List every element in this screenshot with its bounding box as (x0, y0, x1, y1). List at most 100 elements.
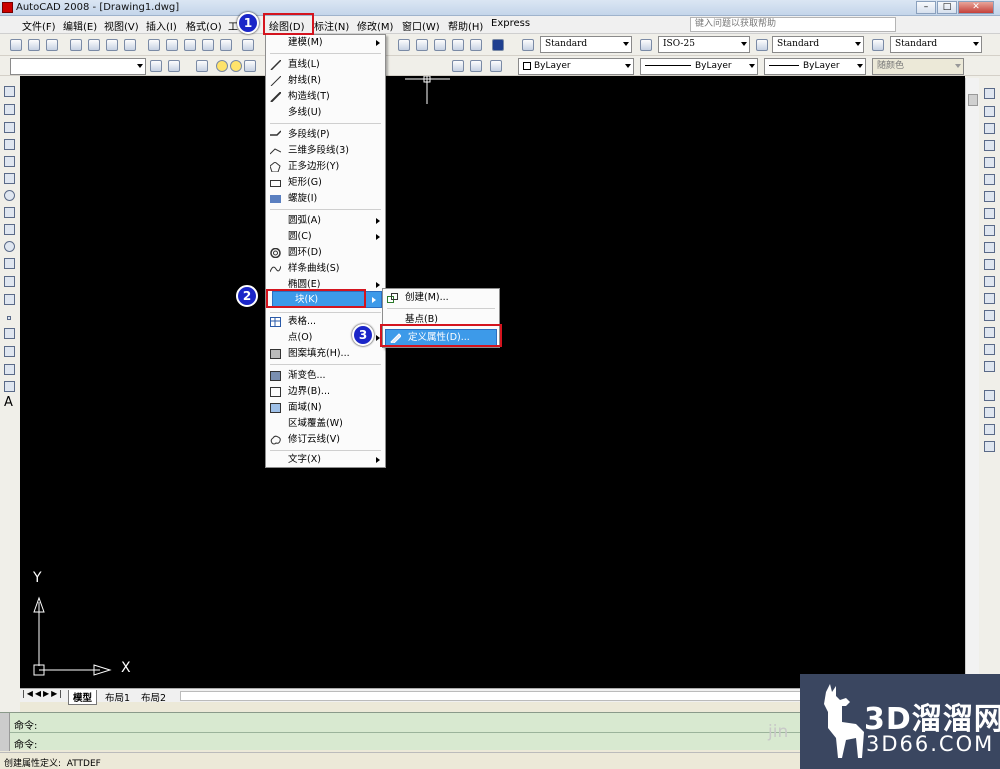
region-tool-icon[interactable] (4, 364, 15, 375)
dim-style-select[interactable]: ISO-25 (658, 36, 750, 53)
layer-select[interactable] (10, 58, 146, 75)
match-properties-icon[interactable] (202, 39, 214, 51)
linetype-select[interactable]: ByLayer (640, 58, 758, 75)
draw-order-front-icon[interactable] (984, 390, 995, 401)
layer-lock-icon[interactable] (244, 60, 256, 72)
publish-icon[interactable] (106, 39, 118, 51)
command-prompt[interactable]: 命令: (14, 736, 37, 751)
menu-modify[interactable]: 修改(M) (357, 18, 393, 33)
layer-freeze-icon[interactable] (230, 60, 242, 72)
table-style-select[interactable]: Standard (772, 36, 864, 53)
color-select[interactable]: ByLayer (518, 58, 634, 75)
menu-view[interactable]: 视图(V) (104, 18, 139, 33)
mirror-tool-icon[interactable] (984, 123, 995, 134)
copy-tool-icon[interactable] (984, 106, 995, 117)
menu-item-circle[interactable]: 圆(C) (266, 229, 385, 245)
menu-item-wipeout[interactable]: 区域覆盖(W) (266, 416, 385, 432)
menu-insert[interactable]: 插入(I) (146, 18, 177, 33)
gradient-tool-icon[interactable] (4, 346, 15, 357)
menu-item-spline[interactable]: 样条曲线(S) (266, 261, 385, 277)
menu-format[interactable]: 格式(O) (186, 18, 222, 33)
revision-cloud-tool-icon[interactable] (4, 207, 15, 218)
circle-tool-icon[interactable] (4, 190, 15, 201)
plot-preview-icon[interactable] (88, 39, 100, 51)
multileader-style-icon[interactable] (872, 39, 884, 51)
construction-line-tool-icon[interactable] (4, 104, 15, 115)
send-under-icon[interactable] (984, 441, 995, 452)
help-search-input[interactable]: 键入问题以获取帮助 (690, 17, 896, 32)
spline-tool-icon[interactable] (4, 224, 15, 235)
bring-above-icon[interactable] (984, 424, 995, 435)
vertical-scrollbar[interactable] (965, 78, 979, 676)
scrollbar-thumb[interactable] (968, 94, 978, 106)
close-button[interactable]: ✕ (958, 1, 994, 14)
polygon-tool-icon[interactable] (4, 139, 15, 150)
menu-item-polyline[interactable]: 多段线(P) (266, 127, 385, 143)
cut-icon[interactable] (148, 39, 160, 51)
3d-dwf-icon[interactable] (124, 39, 136, 51)
save-icon[interactable] (46, 39, 58, 51)
menu-item-arc[interactable]: 圆弧(A) (266, 213, 385, 229)
plot-style-select[interactable]: 随颜色 (872, 58, 964, 75)
menu-item-donut[interactable]: 圆环(D) (266, 245, 385, 261)
open-icon[interactable] (28, 39, 40, 51)
ellipse-arc-tool-icon[interactable] (4, 258, 15, 269)
layer-states-icon[interactable] (452, 60, 464, 72)
menu-dimension[interactable]: 标注(N) (314, 18, 349, 33)
command-window-grip[interactable] (0, 713, 10, 751)
break-at-point-tool-icon[interactable] (984, 276, 995, 287)
lineweight-select[interactable]: ByLayer (764, 58, 866, 75)
menu-edit[interactable]: 编辑(E) (63, 18, 97, 33)
layer-previous-icon[interactable] (196, 60, 208, 72)
menu-window[interactable]: 窗口(W) (402, 18, 440, 33)
make-current-layer-icon[interactable] (168, 60, 180, 72)
menu-item-3d-polyline[interactable]: 三维多段线(3) (266, 143, 385, 159)
menu-item-region[interactable]: 面域(N) (266, 400, 385, 416)
copy-icon[interactable] (166, 39, 178, 51)
tab-navigation-arrows[interactable]: |◀◀▶▶| (22, 689, 64, 698)
markup-icon[interactable] (452, 39, 464, 51)
rotate-tool-icon[interactable] (984, 191, 995, 202)
menu-item-line[interactable]: 直线(L) (266, 57, 385, 73)
menu-item-hatch[interactable]: 图案填充(H)... (266, 346, 385, 362)
hatch-tool-icon[interactable] (4, 328, 15, 339)
arc-tool-icon[interactable] (4, 173, 15, 184)
menu-item-revision-cloud[interactable]: 修订云线(V) (266, 432, 385, 448)
design-center-icon[interactable] (398, 39, 410, 51)
menu-item-helix[interactable]: 螺旋(I) (266, 191, 385, 207)
text-style-select[interactable]: Standard (540, 36, 632, 53)
multiline-text-tool-icon[interactable]: A (4, 395, 13, 410)
undo-icon[interactable] (242, 39, 254, 51)
rectangle-tool-icon[interactable] (4, 156, 15, 167)
break-tool-icon[interactable] (984, 293, 995, 304)
submenu-item-create[interactable]: 创建(M)... (383, 290, 499, 306)
offset-tool-icon[interactable] (984, 140, 995, 151)
fillet-tool-icon[interactable] (984, 344, 995, 355)
tab-layout1[interactable]: 布局1 (102, 690, 133, 704)
block-editor-icon[interactable] (220, 39, 232, 51)
erase-tool-icon[interactable] (984, 88, 995, 99)
chamfer-tool-icon[interactable] (984, 327, 995, 338)
make-block-tool-icon[interactable] (4, 294, 15, 305)
plot-icon[interactable] (70, 39, 82, 51)
layer-isolate-icon[interactable] (470, 60, 482, 72)
calculator-icon[interactable] (470, 39, 482, 51)
tab-model[interactable]: 模型 (68, 690, 98, 705)
insert-block-tool-icon[interactable] (4, 276, 15, 287)
polyline-tool-icon[interactable] (4, 122, 15, 133)
move-tool-icon[interactable] (984, 174, 995, 185)
extend-tool-icon[interactable] (984, 259, 995, 270)
table-style-icon[interactable] (756, 39, 768, 51)
layer-on-icon[interactable] (216, 60, 228, 72)
table-tool-icon[interactable] (4, 381, 15, 392)
ellipse-tool-icon[interactable] (4, 241, 15, 252)
join-tool-icon[interactable] (984, 310, 995, 321)
line-tool-icon[interactable] (4, 86, 15, 97)
layer-manager-icon[interactable] (150, 60, 162, 72)
point-tool-icon[interactable] (7, 316, 11, 320)
drawing-canvas[interactable]: Y X (20, 76, 965, 688)
menu-item-boundary[interactable]: 边界(B)... (266, 384, 385, 400)
paste-icon[interactable] (184, 39, 196, 51)
minimize-button[interactable]: – (916, 1, 936, 14)
multileader-style-select[interactable]: Standard (890, 36, 982, 53)
